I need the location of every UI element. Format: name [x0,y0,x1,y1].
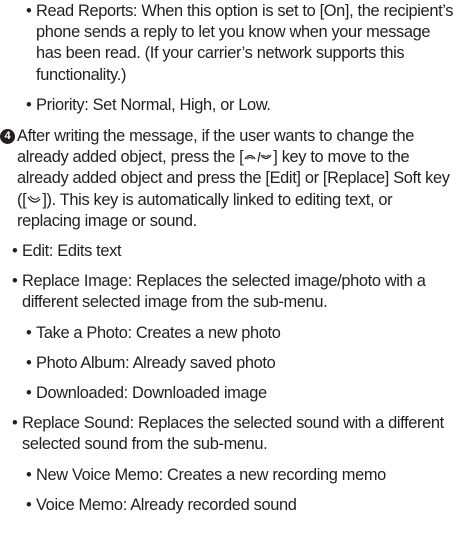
downloaded-text: Downloaded: Downloaded image [36,384,267,403]
step-number-badge: 4 [0,129,15,145]
read-reports-item: Read Reports: When this option is set to… [26,1,454,86]
read-reports-text: Read Reports: When this option is set to… [36,2,454,84]
step-4-text-part3: ]). This key is automatically linked to … [17,190,393,230]
replace-image-option: Replace Image: Replaces the selected ima… [12,271,457,313]
photo-album-text: Photo Album: Already saved photo [36,353,276,372]
replace-sound-text: Replace Sound: Replaces the selected sou… [22,414,444,454]
take-photo-option: Take a Photo: Creates a new photo [26,323,454,344]
take-photo-text: Take a Photo: Creates a new photo [36,323,281,342]
step-4: 4 After writing the message, if the user… [0,126,457,232]
new-voice-memo-text: New Voice Memo: Creates a new recording … [36,465,386,484]
priority-text: Priority: Set Normal, High, or Low. [36,95,271,114]
photo-album-option: Photo Album: Already saved photo [26,353,454,374]
new-voice-memo-option: New Voice Memo: Creates a new recording … [26,465,454,486]
manual-page: Read Reports: When this option is set to… [0,0,473,556]
priority-item: Priority: Set Normal, High, or Low. [26,95,454,116]
edit-option-text: Edit: Edits text [22,242,122,261]
voice-memo-option: Voice Memo: Already recorded sound [26,495,454,516]
voice-memo-text: Voice Memo: Already recorded sound [36,495,297,514]
replace-image-text: Replace Image: Replaces the selected ima… [22,272,426,312]
up-down-navigation-key-icon [244,152,272,163]
edit-option: Edit: Edits text [12,241,457,262]
right-soft-key-icon [27,195,41,203]
replace-sound-option: Replace Sound: Replaces the selected sou… [12,413,457,455]
downloaded-option: Downloaded: Downloaded image [26,383,454,404]
